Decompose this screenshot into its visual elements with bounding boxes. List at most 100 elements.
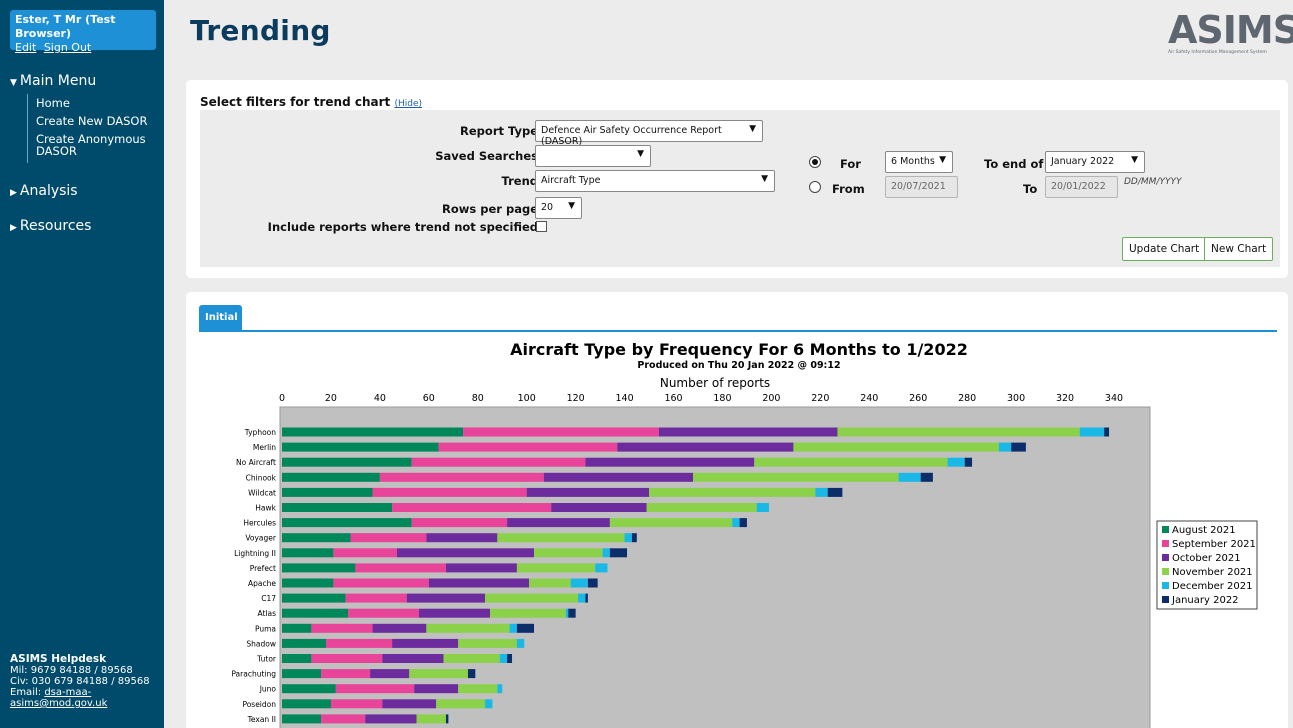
menu-resources[interactable]: ▶ Resources — [10, 218, 91, 234]
x-tick-label: 200 — [762, 393, 780, 404]
bar-segment — [282, 487, 373, 497]
bar-segment — [282, 427, 464, 437]
new-chart-button[interactable]: New Chart — [1204, 237, 1274, 261]
update-chart-button[interactable]: Update Chart — [1122, 237, 1207, 261]
y-category-label: Chinook — [246, 473, 277, 482]
for-period-select[interactable]: 6 Months ▼ — [885, 151, 953, 173]
hide-filters-link[interactable]: (Hide) — [394, 99, 422, 109]
edit-profile-link[interactable]: Edit — [15, 41, 36, 54]
bar-segment — [370, 669, 410, 679]
menu-item-home[interactable]: Home — [36, 97, 152, 109]
chart-subtitle: Produced on Thu 20 Jan 2022 @ 09:12 — [637, 360, 840, 371]
y-category-label: C17 — [261, 594, 276, 603]
chevron-down-icon: ▼ — [939, 155, 946, 165]
bar-segment — [499, 654, 508, 663]
user-panel: Ester, T Mr (Test Browser) Edit Sign Out — [10, 10, 156, 54]
bar-segment — [458, 684, 498, 694]
bar-segment — [693, 472, 899, 482]
bar-segment — [282, 503, 393, 512]
bar-segment — [458, 638, 517, 648]
triangle-right-icon: ▶ — [10, 188, 17, 198]
to-end-of-select[interactable]: January 2022 ▼ — [1045, 151, 1145, 173]
y-category-label: Puma — [255, 624, 276, 633]
include-unspecified-label: Include reports where trend not specifie… — [267, 220, 538, 234]
x-tick-label: 20 — [325, 393, 337, 404]
bar-segment — [609, 548, 628, 558]
bar-segment — [602, 548, 610, 558]
results-panel: Initial Aircraft Type by Frequency For 6… — [186, 292, 1288, 728]
bar-segment — [516, 623, 535, 633]
helpdesk-title: ASIMS Helpdesk — [10, 653, 107, 665]
bar-segment — [445, 563, 517, 573]
x-tick-label: 40 — [374, 393, 386, 404]
legend-swatch — [1162, 554, 1169, 561]
x-tick-label: 220 — [811, 393, 829, 404]
triangle-down-icon: ▼ — [10, 78, 17, 88]
to-label: To — [1023, 182, 1038, 196]
x-tick-label: 240 — [860, 393, 878, 404]
bar-segment — [333, 548, 398, 558]
bar-segment — [658, 427, 838, 437]
bar-segment — [516, 638, 525, 648]
logo-text: ASIMS — [1168, 8, 1293, 52]
bar-segment — [282, 623, 312, 633]
bar-segment — [509, 623, 517, 633]
to-date-input[interactable]: 20/01/2022 — [1045, 176, 1118, 198]
bar-segment — [585, 593, 588, 603]
saved-searches-select[interactable]: ▼ — [535, 145, 651, 167]
bar-segment — [282, 533, 351, 543]
x-tick-label: 300 — [1007, 393, 1025, 404]
menu-analysis[interactable]: ▶ Analysis — [10, 183, 78, 199]
bar-segment — [793, 442, 999, 452]
bar-segment — [333, 578, 429, 588]
include-unspecified-checkbox[interactable] — [536, 221, 547, 232]
menu-main-label: Main Menu — [19, 73, 97, 89]
trend-select[interactable]: Aircraft Type ▼ — [535, 170, 775, 192]
bar-segment — [282, 638, 327, 648]
bar-segment — [1011, 442, 1026, 452]
filter-panel: Select filters for trend chart (Hide) Re… — [186, 80, 1288, 278]
bar-segment — [497, 533, 625, 543]
bar-segment — [732, 518, 740, 528]
to-date-value: 20/01/2022 — [1051, 181, 1106, 192]
user-name: Ester, T Mr (Test Browser) — [15, 13, 116, 40]
bar-segment — [397, 548, 535, 558]
for-period-value: 6 Months — [891, 156, 935, 167]
from-date-input[interactable]: 20/07/2021 — [885, 176, 958, 198]
from-label: From — [832, 182, 865, 196]
menu-item-create-new-dasor[interactable]: Create New DASOR — [36, 115, 152, 127]
y-category-label: Merlin — [253, 443, 276, 452]
bar-segment — [406, 593, 486, 603]
x-tick-label: 0 — [279, 393, 285, 404]
bar-segment — [330, 699, 383, 709]
report-type-select[interactable]: Defence Air Safety Occurrence Report (DA… — [535, 120, 763, 147]
bar-segment — [587, 578, 598, 588]
bar-segment — [311, 623, 373, 633]
bar-segment — [419, 608, 490, 618]
chevron-down-icon: ▼ — [761, 174, 768, 184]
main-submenu: Home Create New DASOR Create Anonymous D… — [27, 94, 152, 163]
bar-segment — [964, 457, 973, 467]
x-tick-label: 60 — [423, 393, 435, 404]
helpdesk-email-label: Email: — [10, 687, 42, 698]
sign-out-link[interactable]: Sign Out — [44, 41, 91, 54]
rows-per-page-select[interactable]: 20 ▼ — [535, 197, 582, 219]
x-tick-label: 80 — [472, 393, 484, 404]
bar-segment — [426, 623, 510, 633]
filter-title: Select filters for trend chart (Hide) — [200, 95, 422, 109]
report-type-label: Report Type — [460, 124, 538, 138]
bar-segment — [345, 593, 407, 603]
bar-segment — [998, 442, 1012, 452]
bar-segment — [534, 548, 603, 558]
bar-segment — [426, 533, 498, 543]
from-radio[interactable] — [809, 181, 821, 193]
menu-item-create-anonymous-dasor[interactable]: Create Anonymous DASOR — [36, 133, 152, 157]
helpdesk-info: ASIMS Helpdesk Mil: 9679 84188 / 89568 C… — [10, 653, 164, 710]
y-category-label: Atlas — [257, 609, 276, 618]
bar-segment — [321, 669, 371, 679]
bar-segment — [311, 654, 383, 663]
bar-segment — [595, 563, 608, 573]
for-radio[interactable] — [809, 156, 821, 168]
bar-segment — [543, 472, 694, 482]
menu-main[interactable]: ▼ Main Menu — [10, 73, 96, 89]
